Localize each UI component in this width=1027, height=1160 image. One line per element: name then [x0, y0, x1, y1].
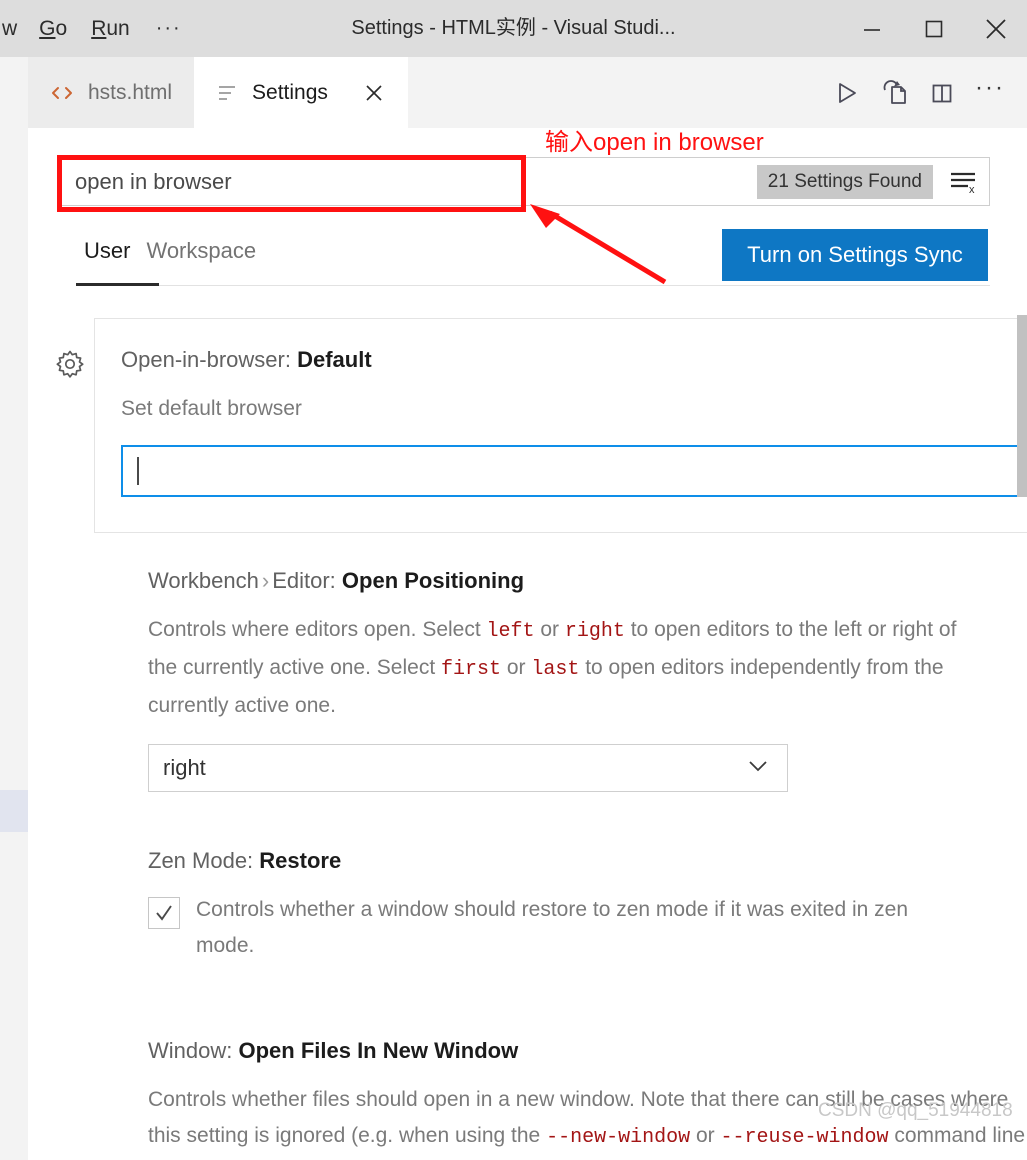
setting-item-workbench-editor-open-positioning[interactable]: Workbench › Editor: Open Positioning Contr… [148, 568, 1027, 792]
settings-list: Open-in-browser: Default Set default bro… [28, 318, 1027, 1160]
setting-description-open-in-browser: Set default browser [121, 397, 302, 420]
tab-close-icon[interactable] [362, 81, 386, 105]
setting-name: Default [297, 347, 372, 372]
tab-settings[interactable]: Settings [194, 57, 408, 128]
clear-filter-icon: x [951, 172, 975, 195]
close-icon [986, 18, 1006, 39]
editor-tab-strip: hsts.html Settings ··· [28, 57, 1027, 128]
minimize-button[interactable] [841, 0, 903, 57]
setting-description-window-open-files: Controls whether files should open in a … [148, 1082, 1027, 1160]
setting-title-zen-mode-restore: Zen Mode: Restore [148, 848, 1027, 874]
settings-found-badge: 21 Settings Found [756, 164, 933, 199]
scope-active-underline [76, 283, 159, 286]
breadcrumb-separator: › [261, 568, 270, 593]
desc-code-left: left [486, 620, 535, 643]
open-preview-icon [883, 79, 906, 104]
settings-scrollbar-thumb[interactable] [1017, 315, 1027, 497]
tab-settings-label: Settings [252, 80, 328, 104]
turn-on-settings-sync-button[interactable]: Turn on Settings Sync [722, 229, 988, 281]
settings-editor: 21 Settings Found x User Workspace Turn … [28, 128, 1027, 1160]
run-button[interactable] [823, 70, 869, 116]
desc-code-last: last [531, 658, 580, 681]
desc-text: or [690, 1124, 721, 1147]
tab-hsts-html[interactable]: hsts.html [28, 57, 195, 128]
setting-title-window-open-files: Window: Open Files In New Window [148, 1038, 1027, 1064]
split-editor-button[interactable] [919, 70, 965, 116]
clear-filter-button[interactable]: x [941, 160, 985, 204]
setting-item-window-open-files-in-new-window[interactable]: Window: Open Files In New Window Control… [148, 1038, 1027, 1160]
setting-name: Open Positioning [341, 568, 525, 593]
scope-tab-workspace[interactable]: Workspace [138, 238, 264, 274]
menu-item-view[interactable]: w [0, 0, 27, 57]
desc-text: or [501, 656, 532, 679]
scope-divider [76, 285, 990, 286]
minimize-icon [864, 28, 880, 31]
tab-strip-spacer [408, 57, 823, 128]
vscode-settings-window: w Go Run ··· Settings - HTML实例 - Visual … [0, 0, 1027, 1160]
setting-item-open-in-browser-default[interactable]: Open-in-browser: Default Set default bro… [56, 318, 1027, 533]
search-input[interactable] [61, 158, 757, 205]
setting-name: Restore [259, 848, 342, 873]
menu-bar: w Go Run ··· [0, 0, 196, 57]
scope-tab-user[interactable]: User [76, 238, 138, 274]
open-preview-button[interactable] [871, 70, 917, 116]
tab-hsts-html-label: hsts.html [88, 80, 173, 104]
desc-text: or [534, 618, 565, 641]
setting-description-zen-mode-restore: Controls whether a window should restore… [196, 898, 909, 957]
settings-scrollbar-track[interactable] [1017, 128, 1027, 1160]
settings-scope-tabs: User Workspace [76, 238, 264, 274]
setting-category: Workbench [148, 568, 259, 593]
setting-item-zen-mode-restore[interactable]: Zen Mode: Restore Controls whether a win… [148, 848, 1027, 964]
desc-code-reuse-window: --reuse-window [720, 1126, 889, 1149]
menu-item-go[interactable]: Go [27, 0, 79, 57]
window-controls [841, 0, 1027, 57]
menu-item-go-label: o [55, 17, 68, 40]
setting-category-2: Editor: [272, 568, 336, 593]
setting-title-open-positioning: Workbench › Editor: Open Positioning [148, 568, 1027, 594]
menu-item-run-label: un [106, 17, 130, 40]
desc-code-new-window: --new-window [546, 1126, 691, 1149]
menu-item-view-label: w [2, 17, 18, 40]
desc-code-right: right [564, 620, 625, 643]
gear-icon[interactable] [51, 345, 89, 383]
title-bar: w Go Run ··· Settings - HTML实例 - Visual … [0, 0, 1027, 57]
setting-name: Open Files In New Window [238, 1038, 519, 1063]
check-icon [156, 905, 172, 921]
editor-actions: ··· [823, 57, 1027, 128]
setting-description-open-positioning: Controls where editors open. Select left… [148, 612, 988, 724]
chevron-down-icon [745, 757, 771, 780]
zen-mode-restore-checkbox[interactable] [148, 897, 180, 929]
activity-bar-highlight [0, 790, 28, 832]
maximize-button[interactable] [903, 0, 965, 57]
setting-category: Window: [148, 1038, 233, 1063]
desc-code-first: first [441, 658, 502, 681]
run-icon [839, 82, 856, 103]
setting-title-open-in-browser: Open-in-browser: Default [121, 347, 1027, 373]
split-editor-icon [932, 84, 952, 102]
setting-category: Zen Mode: [148, 848, 254, 873]
desc-text: Controls where editors open. Select [148, 618, 487, 641]
settings-search-row: 21 Settings Found x [60, 157, 990, 206]
setting-select-open-positioning[interactable]: right [148, 744, 788, 792]
activity-bar-strip[interactable] [0, 57, 28, 1160]
select-value: right [163, 755, 206, 780]
settings-lines-icon [216, 82, 238, 104]
setting-checkbox-row: Controls whether a window should restore… [148, 892, 1027, 964]
menu-item-run[interactable]: Run [79, 0, 142, 57]
more-actions-button[interactable]: ··· [967, 65, 1013, 121]
setting-value-input-open-in-browser[interactable] [121, 445, 1027, 497]
text-caret [137, 457, 139, 485]
setting-category: Open-in-browser: [121, 347, 291, 372]
code-file-icon [50, 81, 74, 105]
menu-overflow-icon[interactable]: ··· [142, 17, 196, 40]
maximize-icon [925, 20, 943, 37]
svg-text:x: x [969, 184, 975, 195]
close-button[interactable] [965, 0, 1027, 57]
